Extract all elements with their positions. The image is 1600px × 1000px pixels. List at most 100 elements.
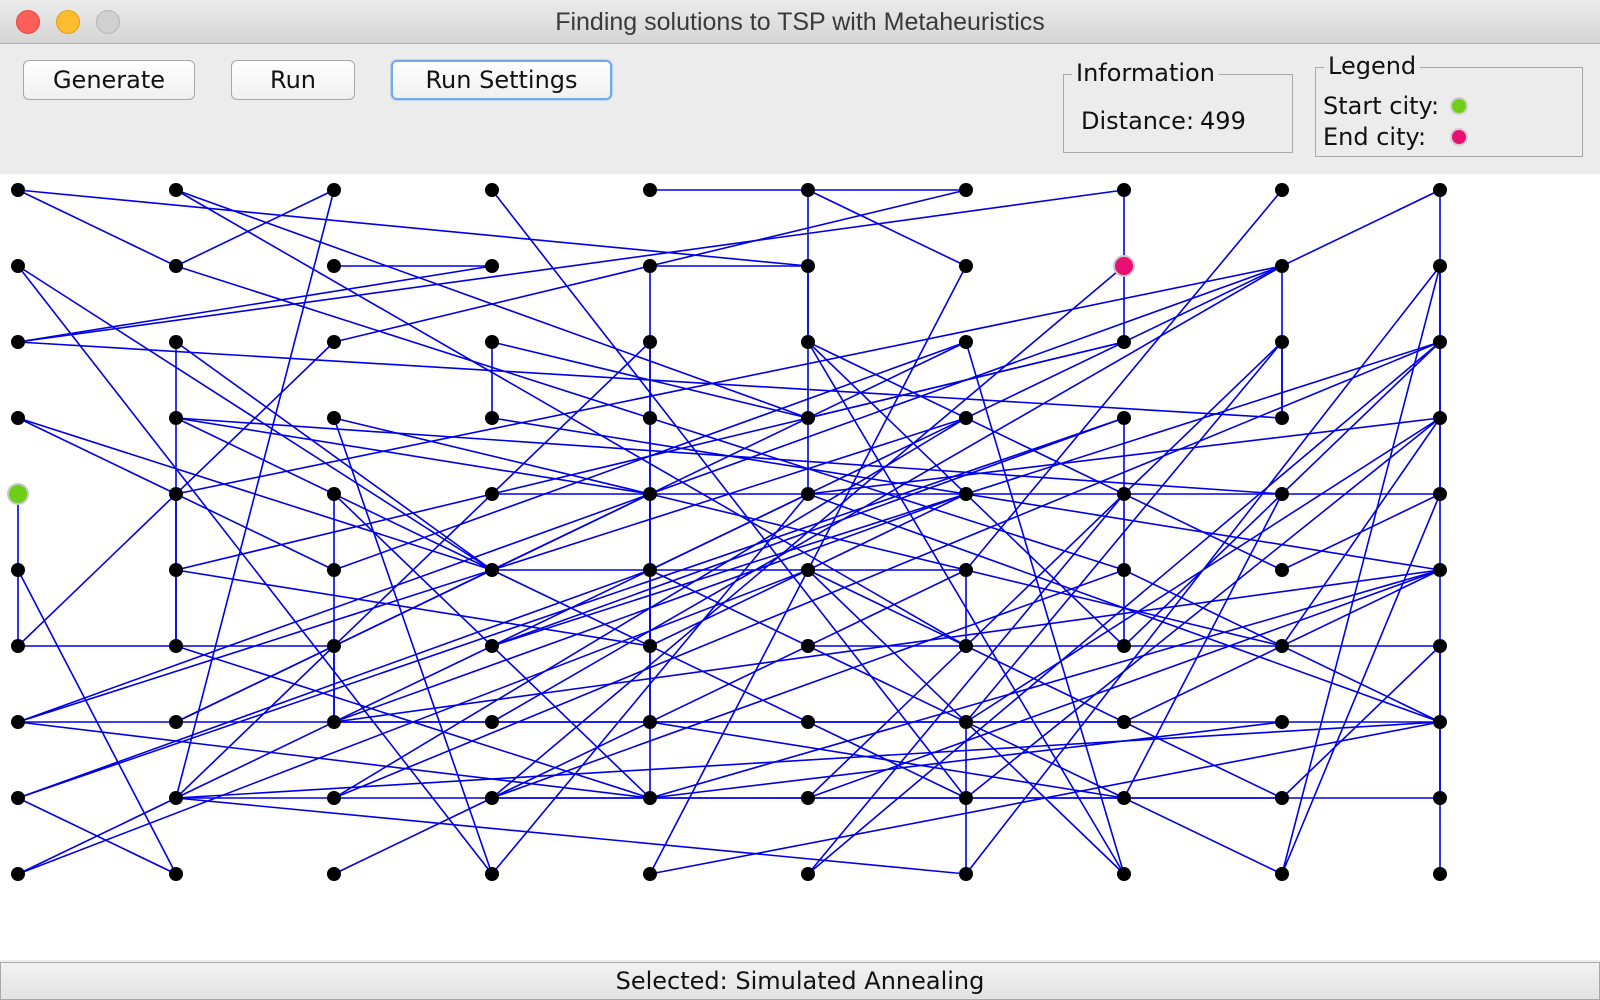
city-node bbox=[1275, 639, 1289, 653]
end-city bbox=[1113, 255, 1135, 277]
city-node bbox=[1117, 335, 1131, 349]
city-node bbox=[1433, 563, 1447, 577]
start-city bbox=[7, 483, 29, 505]
window-titlebar: Finding solutions to TSP with Metaheuris… bbox=[0, 0, 1600, 44]
city-node bbox=[11, 791, 25, 805]
city-node bbox=[485, 183, 499, 197]
city-node bbox=[327, 791, 341, 805]
city-node bbox=[327, 335, 341, 349]
city-node bbox=[959, 335, 973, 349]
city-node bbox=[1275, 715, 1289, 729]
run-settings-button[interactable]: Run Settings bbox=[391, 60, 612, 100]
city-node bbox=[959, 487, 973, 501]
city-node bbox=[801, 563, 815, 577]
city-node bbox=[485, 639, 499, 653]
route-edge bbox=[175, 265, 1283, 495]
city-node bbox=[959, 259, 973, 273]
route-edge bbox=[965, 417, 1441, 799]
city-node bbox=[327, 639, 341, 653]
city-node bbox=[327, 867, 341, 881]
route-edge bbox=[1281, 417, 1441, 647]
city-node bbox=[1275, 335, 1289, 349]
city-node bbox=[169, 411, 183, 425]
distance-value: 499 bbox=[1200, 107, 1246, 135]
distance-label: Distance: bbox=[1081, 107, 1195, 135]
city-node bbox=[959, 563, 973, 577]
route-edge bbox=[1281, 265, 1441, 875]
city-node bbox=[1433, 335, 1447, 349]
city-node bbox=[1275, 867, 1289, 881]
route-edge bbox=[175, 721, 1441, 799]
generate-button[interactable]: Generate bbox=[23, 60, 195, 100]
city-node bbox=[11, 411, 25, 425]
city-node bbox=[485, 791, 499, 805]
city-node bbox=[643, 867, 657, 881]
city-node bbox=[643, 639, 657, 653]
city-node bbox=[169, 259, 183, 273]
city-node bbox=[1275, 183, 1289, 197]
city-node bbox=[1433, 867, 1447, 881]
city-node bbox=[1117, 183, 1131, 197]
city-node bbox=[643, 563, 657, 577]
route-edge bbox=[649, 569, 1441, 799]
start-city-legend-label: Start city: bbox=[1323, 92, 1440, 120]
city-node bbox=[327, 563, 341, 577]
city-node bbox=[11, 183, 25, 197]
city-node bbox=[11, 563, 25, 577]
city-node bbox=[1433, 183, 1447, 197]
city-node bbox=[485, 715, 499, 729]
route-edge bbox=[175, 417, 651, 495]
city-node bbox=[1117, 411, 1131, 425]
route-edge bbox=[807, 189, 967, 267]
route-edge bbox=[1123, 797, 1283, 875]
city-node bbox=[169, 867, 183, 881]
city-node bbox=[1433, 639, 1447, 653]
city-node bbox=[643, 335, 657, 349]
city-node bbox=[1433, 487, 1447, 501]
city-node bbox=[959, 867, 973, 881]
route-edge bbox=[17, 189, 809, 267]
city-node bbox=[1117, 487, 1131, 501]
city-node bbox=[959, 639, 973, 653]
distance-row: Distance: 499 bbox=[1081, 107, 1246, 135]
city-node bbox=[1117, 715, 1131, 729]
city-node bbox=[327, 183, 341, 197]
city-node bbox=[11, 259, 25, 273]
city-node bbox=[643, 259, 657, 273]
city-node bbox=[485, 563, 499, 577]
tsp-canvas[interactable] bbox=[0, 174, 1600, 960]
city-node bbox=[801, 259, 815, 273]
run-button[interactable]: Run bbox=[231, 60, 355, 100]
city-node bbox=[801, 487, 815, 501]
city-node bbox=[801, 791, 815, 805]
city-node bbox=[801, 715, 815, 729]
city-node bbox=[801, 411, 815, 425]
route-edge bbox=[175, 265, 651, 419]
information-panel: Information Distance: 499 bbox=[1063, 59, 1293, 153]
window-title: Finding solutions to TSP with Metaheuris… bbox=[555, 8, 1045, 36]
status-bar: Selected: Simulated Annealing bbox=[0, 962, 1600, 1000]
city-node bbox=[485, 335, 499, 349]
end-city-legend-label: End city: bbox=[1323, 123, 1427, 151]
city-node bbox=[801, 335, 815, 349]
city-node bbox=[959, 791, 973, 805]
city-node bbox=[1433, 715, 1447, 729]
city-node bbox=[1275, 411, 1289, 425]
control-panel: Generate Run Run Settings Information Di… bbox=[0, 44, 1600, 174]
city-node bbox=[169, 715, 183, 729]
city-node bbox=[1117, 639, 1131, 653]
city-node bbox=[11, 335, 25, 349]
city-node bbox=[1433, 259, 1447, 273]
city-node bbox=[1275, 563, 1289, 577]
city-node bbox=[169, 563, 183, 577]
route-edge bbox=[175, 189, 335, 267]
city-node bbox=[643, 791, 657, 805]
end-city-legend-icon bbox=[1450, 128, 1468, 146]
route-edge bbox=[649, 721, 1125, 799]
city-node bbox=[801, 867, 815, 881]
city-node bbox=[11, 639, 25, 653]
city-node bbox=[11, 715, 25, 729]
city-node bbox=[643, 183, 657, 197]
city-node bbox=[959, 411, 973, 425]
city-node bbox=[327, 259, 341, 273]
